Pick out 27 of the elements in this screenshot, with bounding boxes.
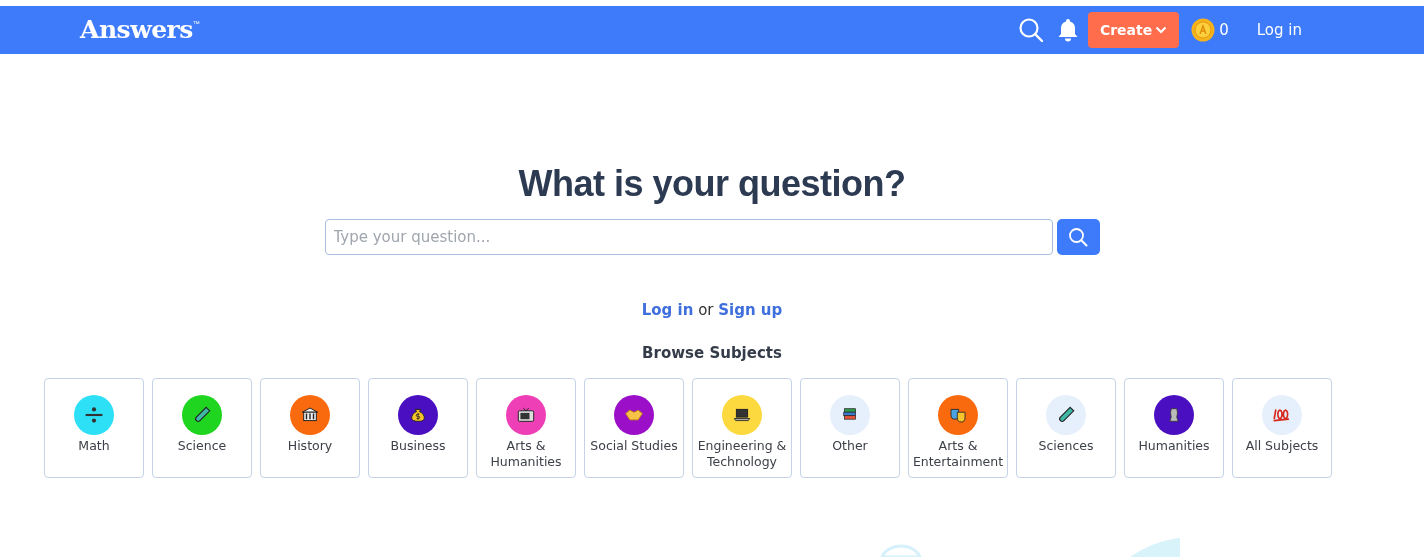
subject-card[interactable]: Social Studies (584, 378, 684, 479)
search-icon (1068, 227, 1088, 248)
subject-card[interactable]: Business (368, 378, 468, 479)
subject-card[interactable]: Sciences (1016, 378, 1116, 479)
subject-card[interactable]: Arts & Humanities (476, 378, 576, 479)
page-heading: What is your question? (518, 162, 906, 206)
subject-card[interactable]: Arts & Entertainment (908, 378, 1008, 479)
search-icon[interactable] (1017, 17, 1044, 43)
search-button[interactable] (1056, 219, 1100, 256)
login-link[interactable]: Log in (1256, 18, 1302, 42)
subject-card[interactable]: Math (44, 378, 144, 479)
login-link[interactable]: Log in (641, 301, 694, 320)
subject-card[interactable]: Science (152, 378, 252, 479)
signup-link[interactable]: Sign up (718, 301, 783, 320)
subject-card[interactable]: All Subjects (1232, 378, 1332, 479)
subject-card[interactable]: Other (800, 378, 900, 479)
connector-text: or (697, 301, 715, 320)
chevron-icon (1155, 26, 1168, 34)
coin-icon (1191, 18, 1216, 42)
question-field[interactable]: Type your question... (324, 219, 1053, 256)
subject-card[interactable]: Humanities (1124, 378, 1224, 479)
logo[interactable]: Answers$^{™}$ (80, 11, 200, 49)
subject-card[interactable]: History (260, 378, 360, 479)
subject-card[interactable]: Engineering & Technology (692, 378, 792, 479)
bell-icon[interactable] (1057, 18, 1078, 42)
section-heading: Browse Subjects (642, 342, 782, 364)
coin-count: 0 (1219, 19, 1229, 41)
